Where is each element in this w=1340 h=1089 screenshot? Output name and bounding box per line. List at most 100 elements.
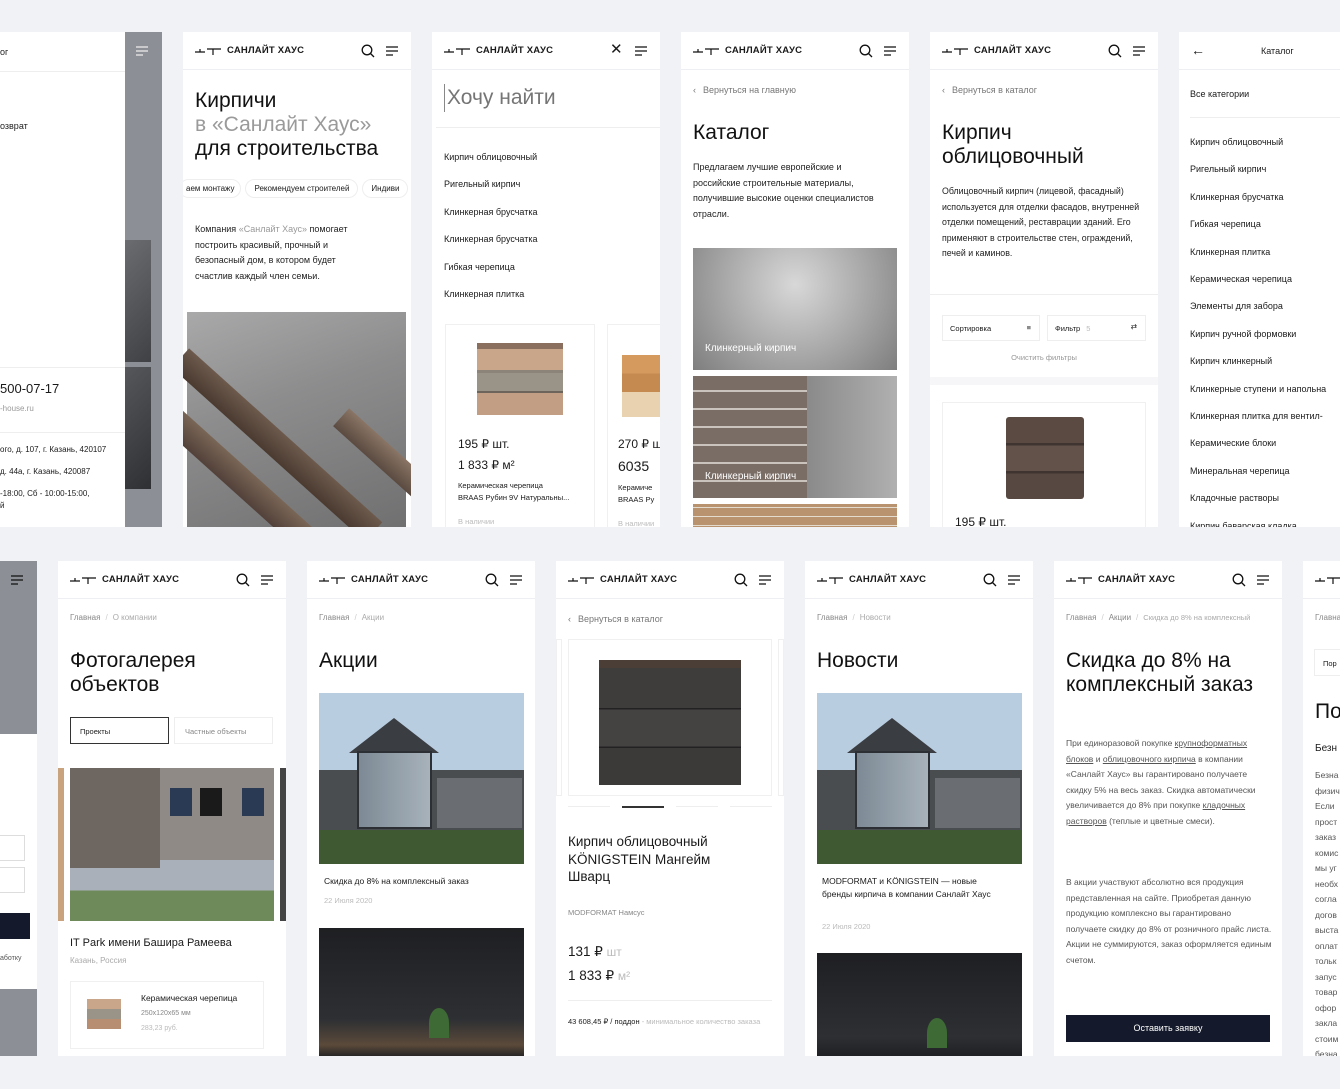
menu-icon[interactable]	[10, 573, 24, 587]
breadcrumb-item[interactable]: Главная	[1066, 613, 1096, 622]
back-link[interactable]: ‹ Вернуться на главную	[693, 85, 796, 95]
all-categories-link[interactable]: Все категории	[1190, 89, 1249, 99]
category-item[interactable]: Кирпич ручной формовки	[1190, 321, 1326, 348]
category-item[interactable]: Кирпич клинкерный	[1190, 348, 1326, 375]
payment-tab-button[interactable]: Пор	[1314, 649, 1340, 676]
menu-icon[interactable]	[1132, 44, 1146, 58]
category-item[interactable]: Клинкерная плитка для вентил-	[1190, 403, 1326, 430]
suggestion-item[interactable]: Кирпич облицовочный	[444, 144, 538, 171]
suggestion-item[interactable]: Клинкерная плитка	[444, 281, 538, 308]
search-icon[interactable]	[1108, 44, 1122, 58]
pagination-dot-active[interactable]	[622, 806, 664, 808]
related-product-card[interactable]: Керамическая черепица 250x120x65 мм 283,…	[70, 981, 264, 1049]
category-item[interactable]: Минеральная черепица	[1190, 458, 1326, 485]
menu-icon[interactable]	[1007, 573, 1021, 587]
breadcrumb-item[interactable]: Главная	[70, 613, 100, 622]
input-field[interactable]	[0, 835, 25, 861]
news-image[interactable]	[817, 953, 1022, 1056]
category-item[interactable]: Гибкая черепица	[1190, 211, 1326, 238]
product-gallery[interactable]	[568, 639, 772, 796]
overlay-side[interactable]	[125, 32, 162, 527]
category-item[interactable]: Кладочные растворы	[1190, 485, 1326, 512]
news-image[interactable]	[817, 693, 1022, 864]
category-item[interactable]: Клинкерные ступени и напольна	[1190, 376, 1326, 403]
breadcrumb-item[interactable]: Главна	[1315, 613, 1340, 622]
suggestion-item[interactable]: Клинкерная брусчатка	[444, 199, 538, 226]
menu-icon[interactable]	[385, 44, 399, 58]
search-icon[interactable]	[361, 44, 375, 58]
logo[interactable]: САНЛАЙТ ХАУС	[70, 574, 179, 585]
submit-request-button[interactable]: Оставить заявку	[1066, 1015, 1270, 1042]
logo[interactable]: САНЛАЙТ ХАУС	[319, 574, 428, 585]
back-link[interactable]: ‹ Вернуться в каталог	[568, 614, 663, 624]
menu-icon[interactable]	[260, 573, 274, 587]
search-icon[interactable]	[983, 573, 997, 587]
menu-icon[interactable]	[883, 44, 897, 58]
menu-item-return[interactable]: озврат	[0, 119, 28, 135]
category-item[interactable]: Керамические блоки	[1190, 430, 1326, 457]
category-card[interactable]: Клинкерный кирпич	[693, 248, 897, 370]
category-item[interactable]: Ригельный кирпич	[1190, 156, 1326, 183]
search-icon[interactable]	[485, 573, 499, 587]
category-item[interactable]: Элементы для забора	[1190, 293, 1326, 320]
logo[interactable]: САНЛАЙТ ХАУС	[195, 45, 304, 56]
sort-button[interactable]: Сортировка ≡	[942, 315, 1040, 341]
logo[interactable]: САНЛАЙТ ХАУС	[444, 45, 553, 56]
link-facing-brick[interactable]: облицовочного кирпича	[1103, 754, 1196, 764]
pagination-dot[interactable]	[676, 806, 718, 807]
search-icon[interactable]	[859, 44, 873, 58]
logo[interactable]: САНЛАЙТ ХАУС	[1066, 574, 1175, 585]
logo[interactable]: САНЛАЙТ ХАУС	[568, 574, 677, 585]
suggestion-item[interactable]: Ригельный кирпич	[444, 171, 538, 198]
suggestion-item[interactable]: Клинкерная брусчатка	[444, 226, 538, 253]
promo-title[interactable]: Скидка до 8% на комплексный заказ	[324, 876, 469, 886]
chip[interactable]: аем монтажу	[183, 179, 242, 198]
pagination-dot[interactable]	[568, 806, 610, 807]
product-card[interactable]: 195 ₽ шт.	[942, 402, 1146, 527]
breadcrumb-item[interactable]: Главная	[319, 613, 349, 622]
clear-filters-link[interactable]: Очистить фильтры	[930, 353, 1158, 362]
news-title[interactable]: MODFORMAT и KÖNIGSTEIN — новые бренды ки…	[822, 875, 1007, 901]
input-field[interactable]	[0, 867, 25, 893]
menu-icon[interactable]	[1256, 573, 1270, 587]
suggestion-item[interactable]: Гибкая черепица	[444, 254, 538, 281]
back-link[interactable]: ‹ Вернуться в каталог	[942, 85, 1037, 95]
project-title[interactable]: IT Park имени Башира Рамеева	[70, 937, 232, 949]
search-icon[interactable]	[1232, 573, 1246, 587]
breadcrumb-item[interactable]: Главная	[817, 613, 847, 622]
email-link[interactable]: -house.ru	[0, 404, 34, 413]
phone-number[interactable]: 500-07-17	[0, 381, 59, 396]
search-icon[interactable]	[236, 573, 250, 587]
search-input[interactable]	[444, 84, 644, 112]
promo-image[interactable]	[319, 928, 524, 1056]
menu-icon[interactable]	[509, 573, 523, 587]
tab-projects[interactable]: Проекты	[70, 717, 169, 744]
logo[interactable]: САНЛАЙТ ХАУС	[942, 45, 1051, 56]
filter-button[interactable]: Фильтр 5 ⇄	[1047, 315, 1146, 341]
logo[interactable]: САНЛАЙТ ХАУС	[693, 45, 802, 56]
breadcrumb-item[interactable]: Акции	[1109, 613, 1131, 622]
category-item[interactable]: Керамическая черепица	[1190, 266, 1326, 293]
search-icon[interactable]	[734, 573, 748, 587]
menu-icon[interactable]	[634, 44, 648, 58]
tab-private[interactable]: Частные объекты	[174, 717, 273, 744]
chip[interactable]: Индиви	[362, 179, 409, 198]
logo[interactable]: САНЛАЙТ ХАУС	[817, 574, 926, 585]
product-card[interactable]: 195 ₽ шт. 1 833 ₽ м² Керамическая черепи…	[445, 324, 595, 527]
category-card[interactable]: Клинкерный кирпич	[693, 376, 897, 498]
chip[interactable]: Рекомендуем строителей	[245, 179, 359, 198]
category-item[interactable]: Кирпич баварская кладка	[1190, 513, 1326, 527]
submit-button[interactable]	[0, 913, 30, 939]
close-icon[interactable]: ✕	[610, 42, 624, 57]
menu-icon[interactable]	[758, 573, 772, 587]
pagination-dot[interactable]	[730, 806, 772, 807]
project-image[interactable]	[70, 768, 274, 921]
category-item[interactable]: Клинкерная брусчатка	[1190, 184, 1326, 211]
category-card[interactable]	[693, 504, 897, 527]
category-item[interactable]: Кирпич облицовочный	[1190, 129, 1326, 156]
product-card[interactable]: 270 ₽ ш 6035 Керамиче BRAAS Ру В наличии	[607, 324, 660, 527]
promo-image[interactable]	[319, 693, 524, 864]
menu-icon[interactable]	[135, 44, 149, 58]
category-item[interactable]: Клинкерная плитка	[1190, 239, 1326, 266]
arrow-left-icon[interactable]: ←	[1191, 42, 1205, 58]
